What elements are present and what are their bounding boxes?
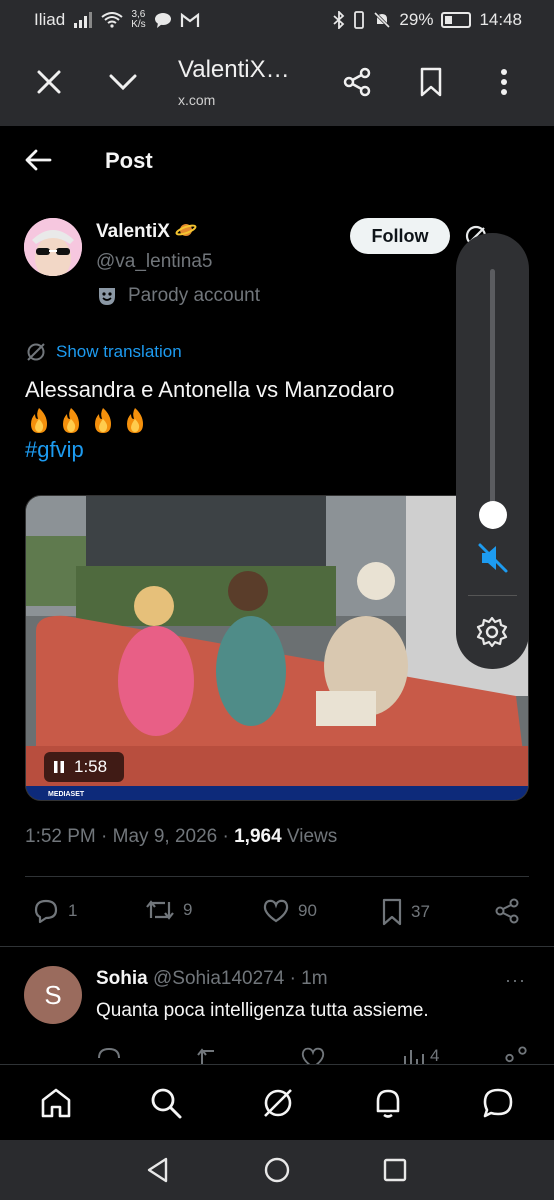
- author-handle[interactable]: @va_lentina5: [96, 251, 212, 273]
- reply-actions-partial: 4: [0, 1046, 554, 1064]
- search-icon[interactable]: [146, 1083, 186, 1123]
- reply-icon: [34, 899, 58, 924]
- translate-icon: [27, 343, 45, 361]
- close-icon[interactable]: [29, 62, 69, 102]
- heart-icon: [263, 899, 289, 923]
- video-player[interactable]: 1:58 MEDIASET: [25, 495, 529, 801]
- bookmark-post-button[interactable]: 37: [381, 898, 430, 926]
- repost-icon: [146, 900, 174, 920]
- recents-square-icon[interactable]: [381, 1156, 409, 1184]
- pause-icon[interactable]: [54, 761, 64, 773]
- post-text: Alessandra e Antonella vs Manzodaro #gfv…: [25, 375, 394, 465]
- video-watermark: MEDIASET: [48, 791, 85, 798]
- reply-button[interactable]: 1: [32, 898, 77, 924]
- planet-emoji-icon: [175, 224, 197, 236]
- signal-icon: [74, 12, 93, 28]
- views-count: 1,964: [234, 826, 282, 847]
- more-vertical-icon[interactable]: [484, 62, 524, 102]
- page-title: ValentiX…: [178, 56, 290, 83]
- browser-toolbar: ValentiX… x.com: [0, 40, 554, 126]
- status-bar: Iliad 3,6 K/s 29% 14:48: [0, 0, 554, 40]
- reply-header: Sohia @Sohia140274 · 1m: [96, 968, 328, 989]
- volume-slider-track[interactable]: [490, 269, 495, 529]
- back-triangle-icon[interactable]: [144, 1156, 172, 1184]
- fire-emoji-icon: [95, 408, 111, 433]
- volume-slider-handle[interactable]: [479, 501, 507, 529]
- bell-icon[interactable]: [368, 1083, 408, 1123]
- bookmark-icon: [382, 898, 402, 926]
- clock: 14:48: [479, 10, 522, 29]
- bell-off-icon: [374, 11, 391, 29]
- repost-icon[interactable]: [196, 1046, 224, 1064]
- avatar[interactable]: [24, 218, 82, 276]
- views-partial[interactable]: 4: [402, 1046, 439, 1064]
- post-meta: 1:52 PM · May 9, 2026 · 1,964 Views: [25, 826, 338, 847]
- back-arrow-icon[interactable]: [24, 148, 52, 177]
- carrier-label: Iliad: [34, 10, 66, 29]
- repost-button[interactable]: 9: [145, 898, 192, 922]
- post-header: Post: [0, 126, 554, 198]
- like-button[interactable]: 90: [262, 898, 317, 924]
- volume-panel: [456, 233, 529, 669]
- home-icon[interactable]: [36, 1083, 76, 1123]
- fire-emoji-icon: [63, 408, 79, 433]
- hashtag-link[interactable]: #gfvip: [25, 435, 394, 465]
- fire-emoji-icon: [31, 408, 47, 433]
- post-action-bar: 1 9 90 37: [0, 894, 554, 930]
- divider: [0, 946, 554, 947]
- gear-icon[interactable]: [475, 615, 509, 649]
- author-name[interactable]: ValentiX: [96, 221, 197, 243]
- bottom-nav: [0, 1064, 554, 1140]
- fire-emoji-icon: [127, 408, 143, 433]
- video-duration-badge: 1:58: [44, 752, 124, 782]
- gmail-icon: [180, 12, 199, 27]
- bluetooth-icon: [333, 11, 345, 29]
- wifi-icon: [101, 12, 123, 28]
- chevron-down-icon[interactable]: [103, 62, 143, 102]
- net-speed: 3,6 K/s: [131, 9, 146, 30]
- share-post-button[interactable]: [494, 898, 520, 924]
- bookmark-icon[interactable]: [411, 62, 451, 102]
- page-url: x.com: [178, 92, 216, 108]
- speaker-muted-icon[interactable]: [476, 541, 510, 575]
- grok-icon[interactable]: [258, 1083, 298, 1123]
- reply-text: Quanta poca intelligenza tutta assieme.: [96, 1000, 429, 1021]
- views-icon: [404, 1050, 424, 1064]
- volume-divider: [468, 595, 517, 596]
- system-nav-bar: [0, 1140, 554, 1200]
- divider: [25, 876, 529, 877]
- battery-percent: 29%: [399, 10, 434, 29]
- share-icon[interactable]: [504, 1046, 528, 1064]
- masks-icon: [99, 288, 115, 305]
- share-icon: [495, 898, 519, 924]
- reply-icon[interactable]: [96, 1046, 122, 1064]
- heart-icon[interactable]: [300, 1046, 326, 1064]
- header-title: Post: [105, 148, 153, 173]
- vibrate-icon: [354, 11, 365, 29]
- reply-avatar[interactable]: S: [24, 966, 82, 1024]
- share-icon[interactable]: [337, 62, 377, 102]
- parody-badge: Parody account: [96, 285, 260, 307]
- messages-icon[interactable]: [478, 1083, 518, 1123]
- follow-button[interactable]: Follow: [350, 218, 450, 254]
- chat-bubble-icon: [154, 13, 171, 28]
- reply-item[interactable]: S Sohia @Sohia140274 · 1m ··· Quanta poc…: [0, 952, 554, 1064]
- more-horizontal-icon[interactable]: ···: [505, 970, 526, 991]
- home-circle-icon[interactable]: [263, 1156, 291, 1184]
- battery-icon: [441, 12, 472, 28]
- fire-emojis: [25, 407, 394, 435]
- show-translation-link[interactable]: Show translation: [26, 342, 182, 362]
